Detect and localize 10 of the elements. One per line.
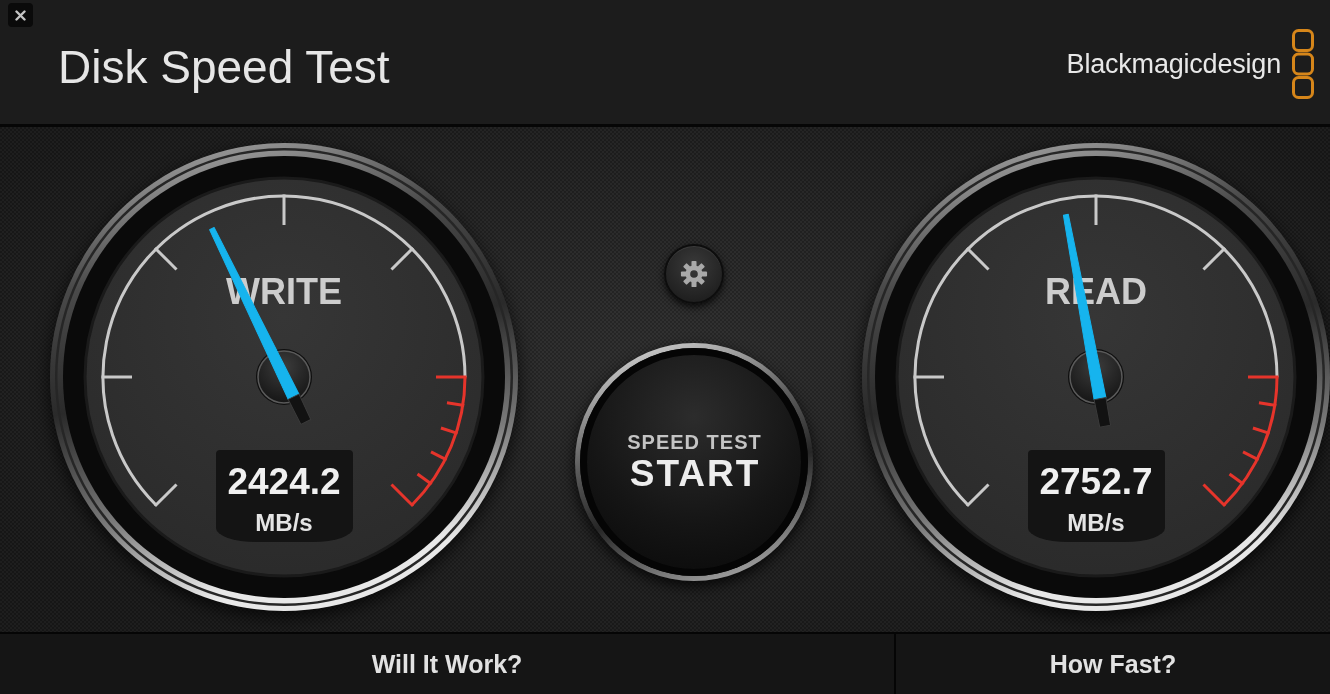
speed-unit: MB/s <box>255 510 313 536</box>
speed-unit: MB/s <box>1067 510 1125 536</box>
settings-button[interactable] <box>664 244 724 304</box>
speed-value: 2424.2 <box>227 462 341 502</box>
brand-name: Blackmagicdesign <box>1066 50 1281 78</box>
squares-logo-icon <box>1292 29 1314 99</box>
speed-value: 2752.7 <box>1039 462 1153 502</box>
close-icon <box>15 9 26 21</box>
close-button[interactable] <box>8 3 33 27</box>
gear-icon <box>680 260 708 288</box>
